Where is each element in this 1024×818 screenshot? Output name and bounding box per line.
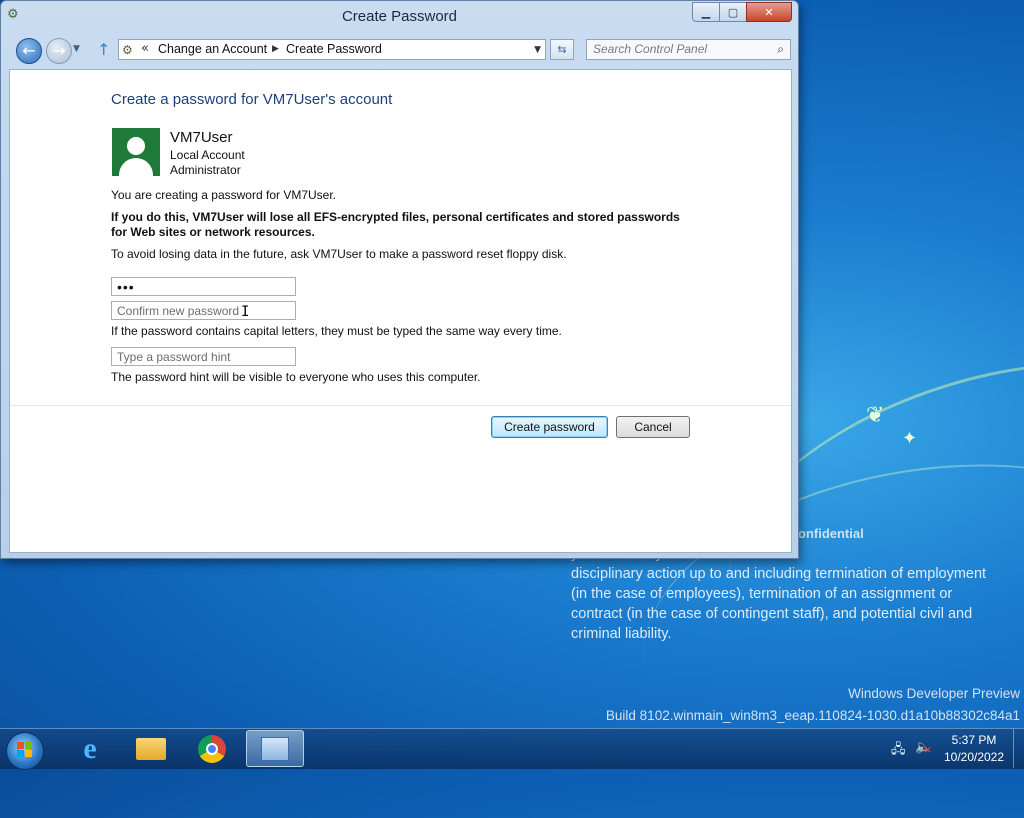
taskbar: e	[0, 728, 1024, 770]
text-cursor-icon: I	[241, 304, 250, 320]
confirm-password-field[interactable]	[111, 301, 296, 320]
maximize-button[interactable]: ▢	[719, 2, 747, 22]
back-button[interactable]: ←	[16, 38, 42, 64]
title-bar[interactable]: ⚙ Create Password ▁ ▢ ✕	[1, 1, 798, 33]
search-icon[interactable]: ⌕	[777, 42, 784, 57]
capital-letters-note: If the password contains capital letters…	[111, 324, 562, 338]
clock-time[interactable]: 5:37 PM	[946, 733, 1002, 747]
search-input[interactable]	[593, 42, 763, 56]
muted-x-icon: ✕	[924, 746, 932, 756]
search-box[interactable]: ⌕	[586, 39, 791, 60]
bird-decoration: ✦	[902, 428, 918, 449]
intro-text: You are creating a password for VM7User.	[111, 188, 337, 202]
confidential-title: onfidential	[798, 526, 864, 541]
page-title: Create a password for VM7User's account	[111, 91, 393, 108]
breadcrumb-create-password[interactable]: Create Password	[286, 42, 382, 56]
hint-visibility-note: The password hint will be visible to eve…	[111, 370, 481, 384]
control-panel-icon	[261, 736, 289, 761]
build-watermark-line1: Windows Developer Preview	[848, 686, 1020, 701]
cancel-button[interactable]: Cancel	[616, 416, 690, 438]
network-icon[interactable]: 🖧	[891, 740, 906, 762]
user-avatar	[112, 128, 160, 176]
chevron-down-icon[interactable]: ▼	[534, 45, 541, 55]
chrome-center	[206, 742, 218, 755]
divider	[10, 405, 791, 406]
chevron-right-icon[interactable]: ▶	[272, 44, 279, 54]
create-password-button[interactable]: Create password	[491, 416, 608, 438]
control-panel-taskbar-button[interactable]	[246, 730, 304, 767]
breadcrumb-change-account[interactable]: Change an Account	[158, 42, 267, 56]
forward-button[interactable]: →	[46, 38, 72, 64]
chrome-logo	[198, 734, 226, 763]
account-type: Local Account	[170, 148, 245, 162]
new-password-field[interactable]	[111, 277, 296, 296]
window-title: Create Password	[341, 8, 458, 25]
address-bar[interactable]: ⚙ « Change an Account ▶ Create Password …	[118, 39, 546, 60]
account-role: Administrator	[170, 163, 241, 177]
main-content: Create a password for VM7User's account …	[9, 69, 792, 553]
password-hint-field[interactable]	[111, 347, 296, 366]
create-password-window: ⚙ Create Password ▁ ▢ ✕ ← → ▼ ↑ ⚙ « Chan…	[0, 0, 799, 559]
minimize-button[interactable]: ▁	[692, 2, 720, 22]
chrome-icon[interactable]	[184, 730, 240, 767]
close-button[interactable]: ✕	[746, 2, 792, 22]
clock-date[interactable]: 10/20/2022	[940, 750, 1008, 764]
avatar-body	[119, 158, 153, 176]
windows-logo-icon	[17, 742, 33, 758]
confidential-notice: y manner may result in disciplinary acti…	[571, 546, 987, 642]
chevron-double-left-icon[interactable]: «	[141, 41, 149, 56]
folder-icon	[136, 737, 166, 760]
recent-pages-dropdown-icon[interactable]: ▼	[73, 44, 80, 54]
build-watermark-line2: Build 8102.winmain_win8m3_eeap.110824-10…	[605, 708, 1020, 723]
control-panel-icon: ⚙	[122, 43, 133, 57]
show-desktop-button[interactable]	[1013, 729, 1024, 768]
windows-explorer-icon[interactable]	[123, 730, 179, 767]
caption-buttons: ▁ ▢ ✕	[692, 2, 792, 22]
up-arrow-icon[interactable]: ↑	[97, 40, 110, 59]
start-button[interactable]	[6, 732, 44, 770]
bird-decoration: ❦	[866, 403, 885, 428]
avatar-head	[127, 137, 145, 155]
advice-text: To avoid losing data in the future, ask …	[111, 247, 567, 261]
internet-explorer-icon[interactable]: e	[62, 730, 118, 767]
navigation-bar: ← → ▼ ↑ ⚙ « Change an Account ▶ Create P…	[1, 35, 798, 65]
refresh-button[interactable]: ⇆	[550, 39, 574, 60]
warning-text: If you do this, VM7User will lose all EF…	[111, 210, 680, 239]
user-name: VM7User	[170, 129, 233, 146]
